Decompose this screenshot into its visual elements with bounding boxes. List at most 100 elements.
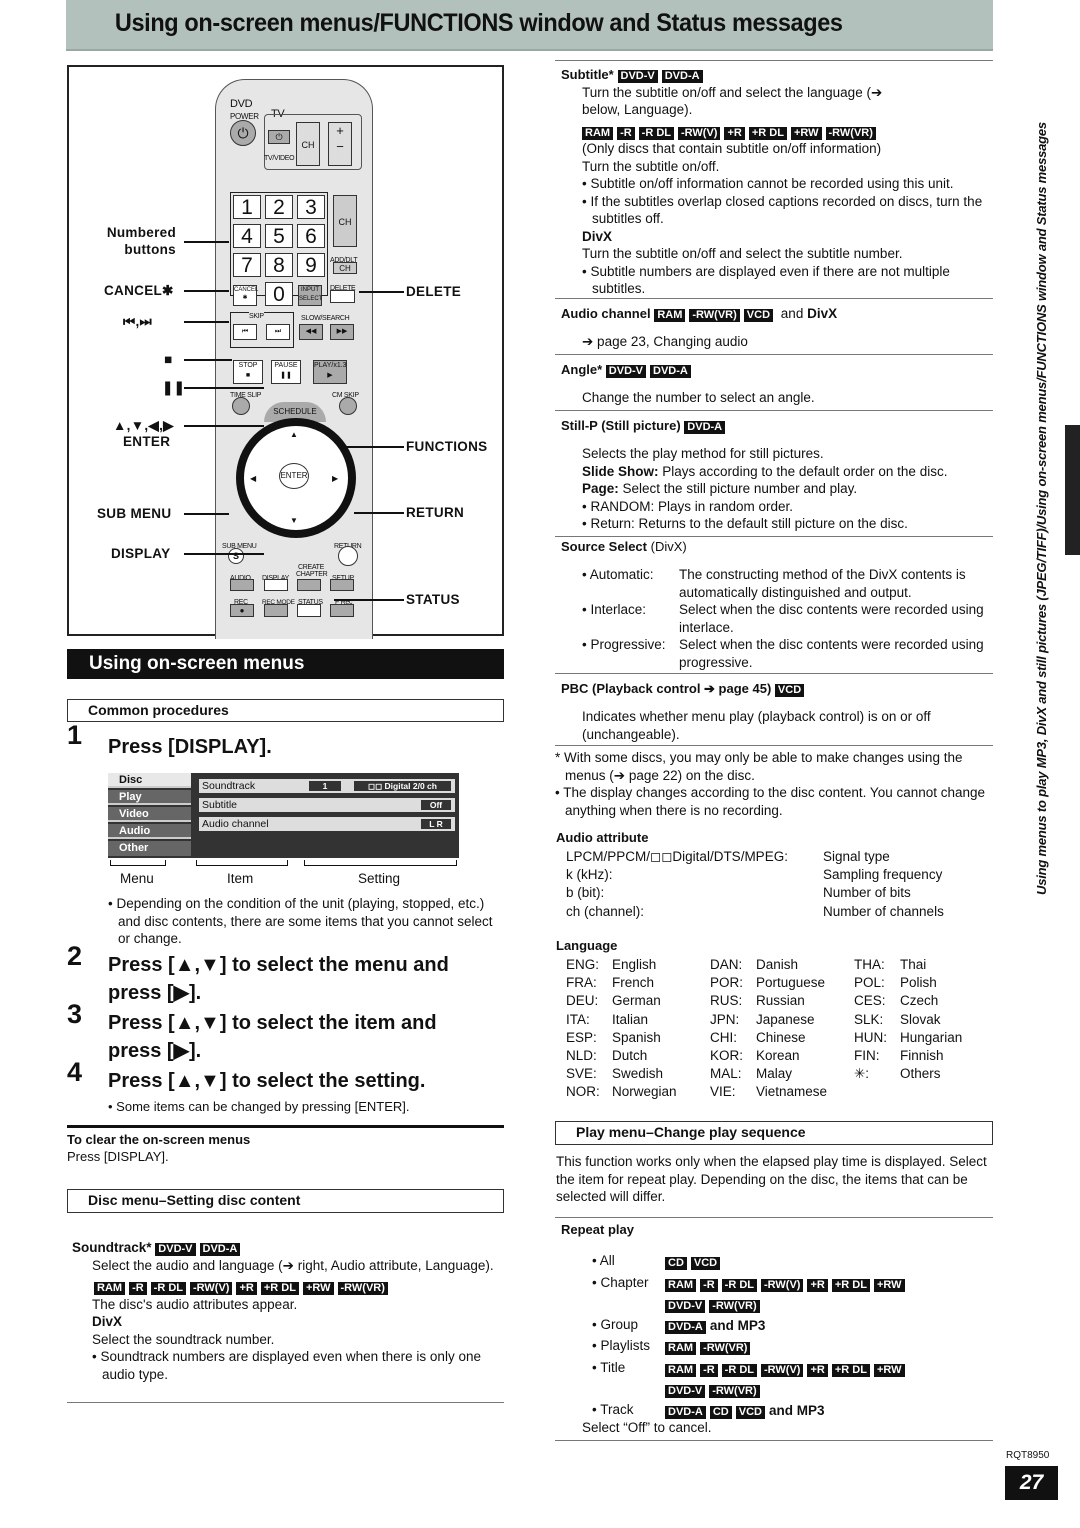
osd-value: ◻◻ Digital 2/0 ch bbox=[354, 781, 451, 791]
divx-label: DivX bbox=[582, 228, 613, 244]
language-name: Portuguese bbox=[756, 975, 826, 991]
language-code: MAL: bbox=[710, 1066, 742, 1082]
stop-button: STOP ■ bbox=[233, 360, 263, 384]
subtitle-disc-tags: RAM -R -R DL -RW(V) +R +R DL +RW -RW(VR) bbox=[561, 123, 993, 141]
language-code: POR: bbox=[710, 975, 744, 991]
disc-tag: CD bbox=[709, 1405, 732, 1419]
callout-line bbox=[354, 512, 404, 514]
callout-skip: ⏮,⏭ bbox=[123, 314, 152, 329]
repeat-item-label: Chapter bbox=[600, 1274, 649, 1290]
still-p-note-text: RANDOM: Plays in random order. bbox=[590, 498, 794, 514]
disc-tag: DVD-A bbox=[665, 1320, 706, 1334]
disc-tag: DVD-A bbox=[199, 1243, 241, 1256]
still-p-body: Selects the play method for still pictur… bbox=[582, 445, 992, 533]
num-7-button: 7 bbox=[233, 253, 261, 277]
language-name: Russian bbox=[756, 993, 805, 1009]
audio-attribute-row: ch (channel): Number of channels bbox=[566, 903, 986, 921]
disc-tag: -R DL bbox=[721, 1278, 757, 1292]
tv-video-label: TV/VIDEO bbox=[264, 155, 295, 162]
step-text: Press [▲,▼] to select the menu and press… bbox=[108, 954, 449, 1004]
osd-menu-audio: Audio bbox=[108, 824, 191, 839]
audio-attribute-title: Audio attribute bbox=[556, 830, 649, 845]
callout-line bbox=[184, 241, 229, 243]
divider bbox=[67, 1125, 504, 1128]
language-name: Chinese bbox=[756, 1029, 806, 1045]
language-code: KOR: bbox=[710, 1047, 744, 1063]
remote-body: DVD POWER ⏻ TV ⏻ TV/VIDEO CH + − 1 2 3 4 … bbox=[215, 79, 373, 639]
callout-return: RETURN bbox=[406, 505, 465, 520]
disc-tag: -R bbox=[700, 1278, 718, 1292]
pause-button: PAUSE ❚❚ bbox=[271, 360, 301, 384]
cancel-note: Select “Off” to cancel. bbox=[582, 1420, 712, 1435]
attr-key: b (bit): bbox=[566, 885, 605, 901]
language-table: ENG: English DAN: Danish THA: Thai FRA: French P… bbox=[566, 956, 986, 1102]
callout-line bbox=[184, 513, 229, 515]
return-button bbox=[338, 546, 358, 566]
num-5-button: 5 bbox=[265, 224, 293, 248]
subtitle-label: Subtitle* bbox=[561, 67, 614, 82]
repeat-item-name: • Playlists bbox=[592, 1338, 650, 1353]
disc-tag: DVD-A bbox=[661, 70, 703, 83]
disc-tag: RAM bbox=[654, 309, 686, 322]
osd-value: 1 bbox=[309, 781, 341, 791]
common-procedures-heading: Common procedures bbox=[67, 699, 504, 722]
subtitle-desc2b: Turn the subtitle on/off. bbox=[582, 158, 720, 174]
attr-key: LPCM/PPCM/◻◻Digital/DTS/MPEG: bbox=[566, 849, 788, 864]
language-row: ESP: Spanish CHI: Chinese HUN: Hungarian bbox=[566, 1029, 986, 1047]
language-code: SLK: bbox=[854, 1011, 884, 1027]
disc-tag: -RW(V) bbox=[678, 126, 721, 140]
soundtrack-desc: Select the audio and language (➔ right, … bbox=[92, 1257, 494, 1273]
disc-tag: -RW(VR) bbox=[709, 1384, 760, 1398]
page-number: 27 bbox=[1005, 1466, 1058, 1500]
language-code: ENG: bbox=[566, 957, 600, 972]
pause-label: PAUSE bbox=[274, 362, 298, 369]
slow-back-button: ◀◀ bbox=[299, 324, 323, 340]
language-row: SVE: Swedish MAL: Malay ✳: Others bbox=[566, 1065, 986, 1083]
language-name: Malay bbox=[756, 1066, 793, 1082]
delete-button bbox=[330, 290, 355, 303]
step-number: 3 bbox=[67, 999, 83, 1029]
down-arrow-icon: ▼ bbox=[290, 516, 298, 525]
callout-cancel: CANCEL✱ bbox=[104, 283, 174, 298]
source-select-label: Source Select bbox=[561, 539, 647, 554]
language-name: German bbox=[612, 993, 661, 1009]
angle-label: Angle* bbox=[561, 362, 603, 377]
still-p-heading: Still-P (Still picture) DVD-A bbox=[561, 417, 729, 435]
divider bbox=[555, 410, 993, 411]
callout-line bbox=[184, 553, 264, 555]
up-arrow-icon: ▲ bbox=[290, 430, 298, 439]
pbc-label: PBC (Playback control ➔ page 45) bbox=[561, 681, 772, 696]
disc-tag: +R bbox=[724, 126, 745, 140]
repeat-item-discs: RAM -R -R DL -RW(V) +R +R DL +RW bbox=[665, 1360, 909, 1378]
language-name: Italian bbox=[612, 1011, 649, 1027]
osd-item-label: Subtitle bbox=[202, 799, 238, 811]
still-p-desc: Selects the play method for still pictur… bbox=[582, 446, 824, 461]
angle-desc: Change the number to select an angle. bbox=[582, 390, 815, 405]
language-row: FRA: French POR: Portuguese POL: Polish bbox=[566, 974, 986, 992]
language-row: ITA: Italian JPN: Japanese SLK: Slovak bbox=[566, 1011, 986, 1029]
callout-sub-menu: SUB MENU bbox=[97, 506, 172, 521]
step1-note-text: Depending on the condition of the unit (… bbox=[116, 896, 493, 946]
audio-attribute-row: b (bit): Number of bits bbox=[566, 884, 986, 902]
soundtrack-label: Soundtrack* bbox=[72, 1240, 152, 1255]
subtitle-desc: Turn the subtitle on/off and select the … bbox=[582, 84, 883, 118]
audio-button bbox=[230, 579, 254, 591]
disc-tag: DVD-V bbox=[605, 365, 647, 378]
callout-functions: FUNCTIONS bbox=[406, 439, 488, 454]
disc-tag: +R DL bbox=[831, 1278, 870, 1292]
repeat-item-discs: DVD-V -RW(VR) bbox=[665, 1296, 764, 1314]
callout-delete: DELETE bbox=[406, 284, 462, 299]
source-option-name: • Automatic: bbox=[582, 567, 654, 582]
pbc-heading: PBC (Playback control ➔ page 45) VCD bbox=[561, 680, 808, 698]
disc-tag: DVD-V bbox=[617, 70, 658, 83]
disc-tag: CD bbox=[665, 1257, 687, 1270]
disc-tag: -RW(VR) bbox=[337, 1282, 388, 1295]
repeat-item-discs: RAM -RW(VR) bbox=[665, 1338, 754, 1356]
play-menu-desc: This function works only when the elapse… bbox=[556, 1154, 987, 1204]
language-code: DAN: bbox=[710, 957, 743, 972]
language-name: Thai bbox=[900, 957, 927, 972]
subtitle-note: • Subtitle on/off information cannot be … bbox=[582, 176, 954, 191]
language-row: DEU: German RUS: Russian CES: Czech bbox=[566, 992, 986, 1010]
rec-button: ● bbox=[230, 604, 254, 617]
and-text: and bbox=[780, 306, 804, 321]
